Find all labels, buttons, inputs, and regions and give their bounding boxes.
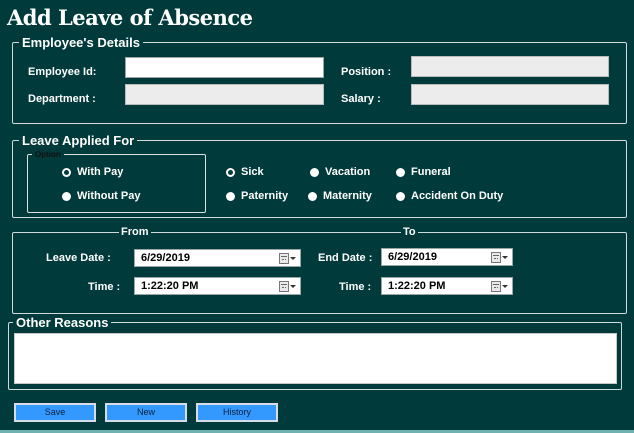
calendar-dropdown-icon[interactable] — [279, 279, 298, 293]
end-time-picker[interactable]: 1:22:20 PM — [381, 277, 513, 295]
radio-icon — [396, 191, 405, 201]
radio-selected-icon — [226, 167, 235, 177]
other-reasons-legend: Other Reasons — [13, 315, 112, 330]
paternity-label: Paternity — [241, 190, 289, 202]
leave-date-value: 6/29/2019 — [141, 252, 190, 264]
employee-details-group: Employee's Details — [12, 35, 627, 124]
leave-applied-legend: Leave Applied For — [19, 133, 138, 148]
option-group: Option — [27, 150, 206, 213]
employee-id-field[interactable] — [125, 57, 324, 78]
history-button[interactable]: History — [196, 403, 278, 422]
calendar-dropdown-icon[interactable] — [491, 250, 510, 264]
maternity-label: Maternity — [323, 190, 372, 202]
maternity-radio[interactable]: Maternity — [308, 190, 372, 202]
leave-time-label: Time : — [88, 281, 121, 293]
department-field[interactable] — [125, 84, 324, 105]
new-button[interactable]: New — [105, 403, 187, 422]
accident-on-duty-radio[interactable]: Accident On Duty — [396, 190, 503, 202]
end-date-label: End Date : — [318, 252, 373, 264]
paternity-radio[interactable]: Paternity — [226, 190, 288, 202]
position-label: Position : — [341, 66, 392, 78]
other-reasons-textarea[interactable] — [14, 333, 617, 384]
page-title: Add Leave of Absence — [7, 5, 253, 30]
end-time-value: 1:22:20 PM — [388, 280, 446, 292]
without-pay-label: Without Pay — [77, 190, 141, 202]
radio-icon — [310, 167, 319, 177]
radio-icon — [308, 191, 317, 201]
department-label: Department : — [28, 93, 96, 105]
end-date-value: 6/29/2019 — [388, 251, 437, 263]
leave-date-picker[interactable]: 6/29/2019 — [134, 249, 301, 267]
employee-details-legend: Employee's Details — [19, 35, 143, 50]
radio-icon — [62, 191, 71, 201]
funeral-radio[interactable]: Funeral — [396, 166, 451, 178]
radio-selected-icon — [62, 167, 71, 177]
with-pay-label: With Pay — [77, 166, 124, 178]
sick-label: Sick — [241, 166, 264, 178]
accident-on-duty-label: Accident On Duty — [411, 190, 504, 202]
end-date-picker[interactable]: 6/29/2019 — [381, 248, 513, 266]
with-pay-radio[interactable]: With Pay — [62, 166, 123, 178]
sick-radio[interactable]: Sick — [226, 166, 264, 178]
salary-label: Salary : — [341, 93, 381, 105]
radio-icon — [226, 191, 235, 201]
calendar-dropdown-icon[interactable] — [279, 251, 298, 265]
position-field[interactable] — [411, 56, 609, 77]
leave-time-value: 1:22:20 PM — [141, 280, 199, 292]
leave-date-label: Leave Date : — [46, 252, 111, 264]
calendar-dropdown-icon[interactable] — [491, 279, 510, 293]
without-pay-radio[interactable]: Without Pay — [62, 190, 140, 202]
leave-time-picker[interactable]: 1:22:20 PM — [134, 277, 301, 295]
save-button[interactable]: Save — [14, 403, 96, 422]
option-legend: Option — [32, 150, 64, 159]
funeral-label: Funeral — [411, 166, 451, 178]
radio-icon — [396, 167, 405, 177]
salary-field[interactable] — [411, 84, 609, 105]
vacation-radio[interactable]: Vacation — [310, 166, 370, 178]
employee-id-label: Employee Id: — [28, 66, 97, 78]
from-heading: From — [119, 226, 151, 238]
end-time-label: Time : — [339, 281, 372, 293]
to-heading: To — [401, 226, 418, 238]
vacation-label: Vacation — [325, 166, 371, 178]
dates-group — [12, 232, 627, 314]
